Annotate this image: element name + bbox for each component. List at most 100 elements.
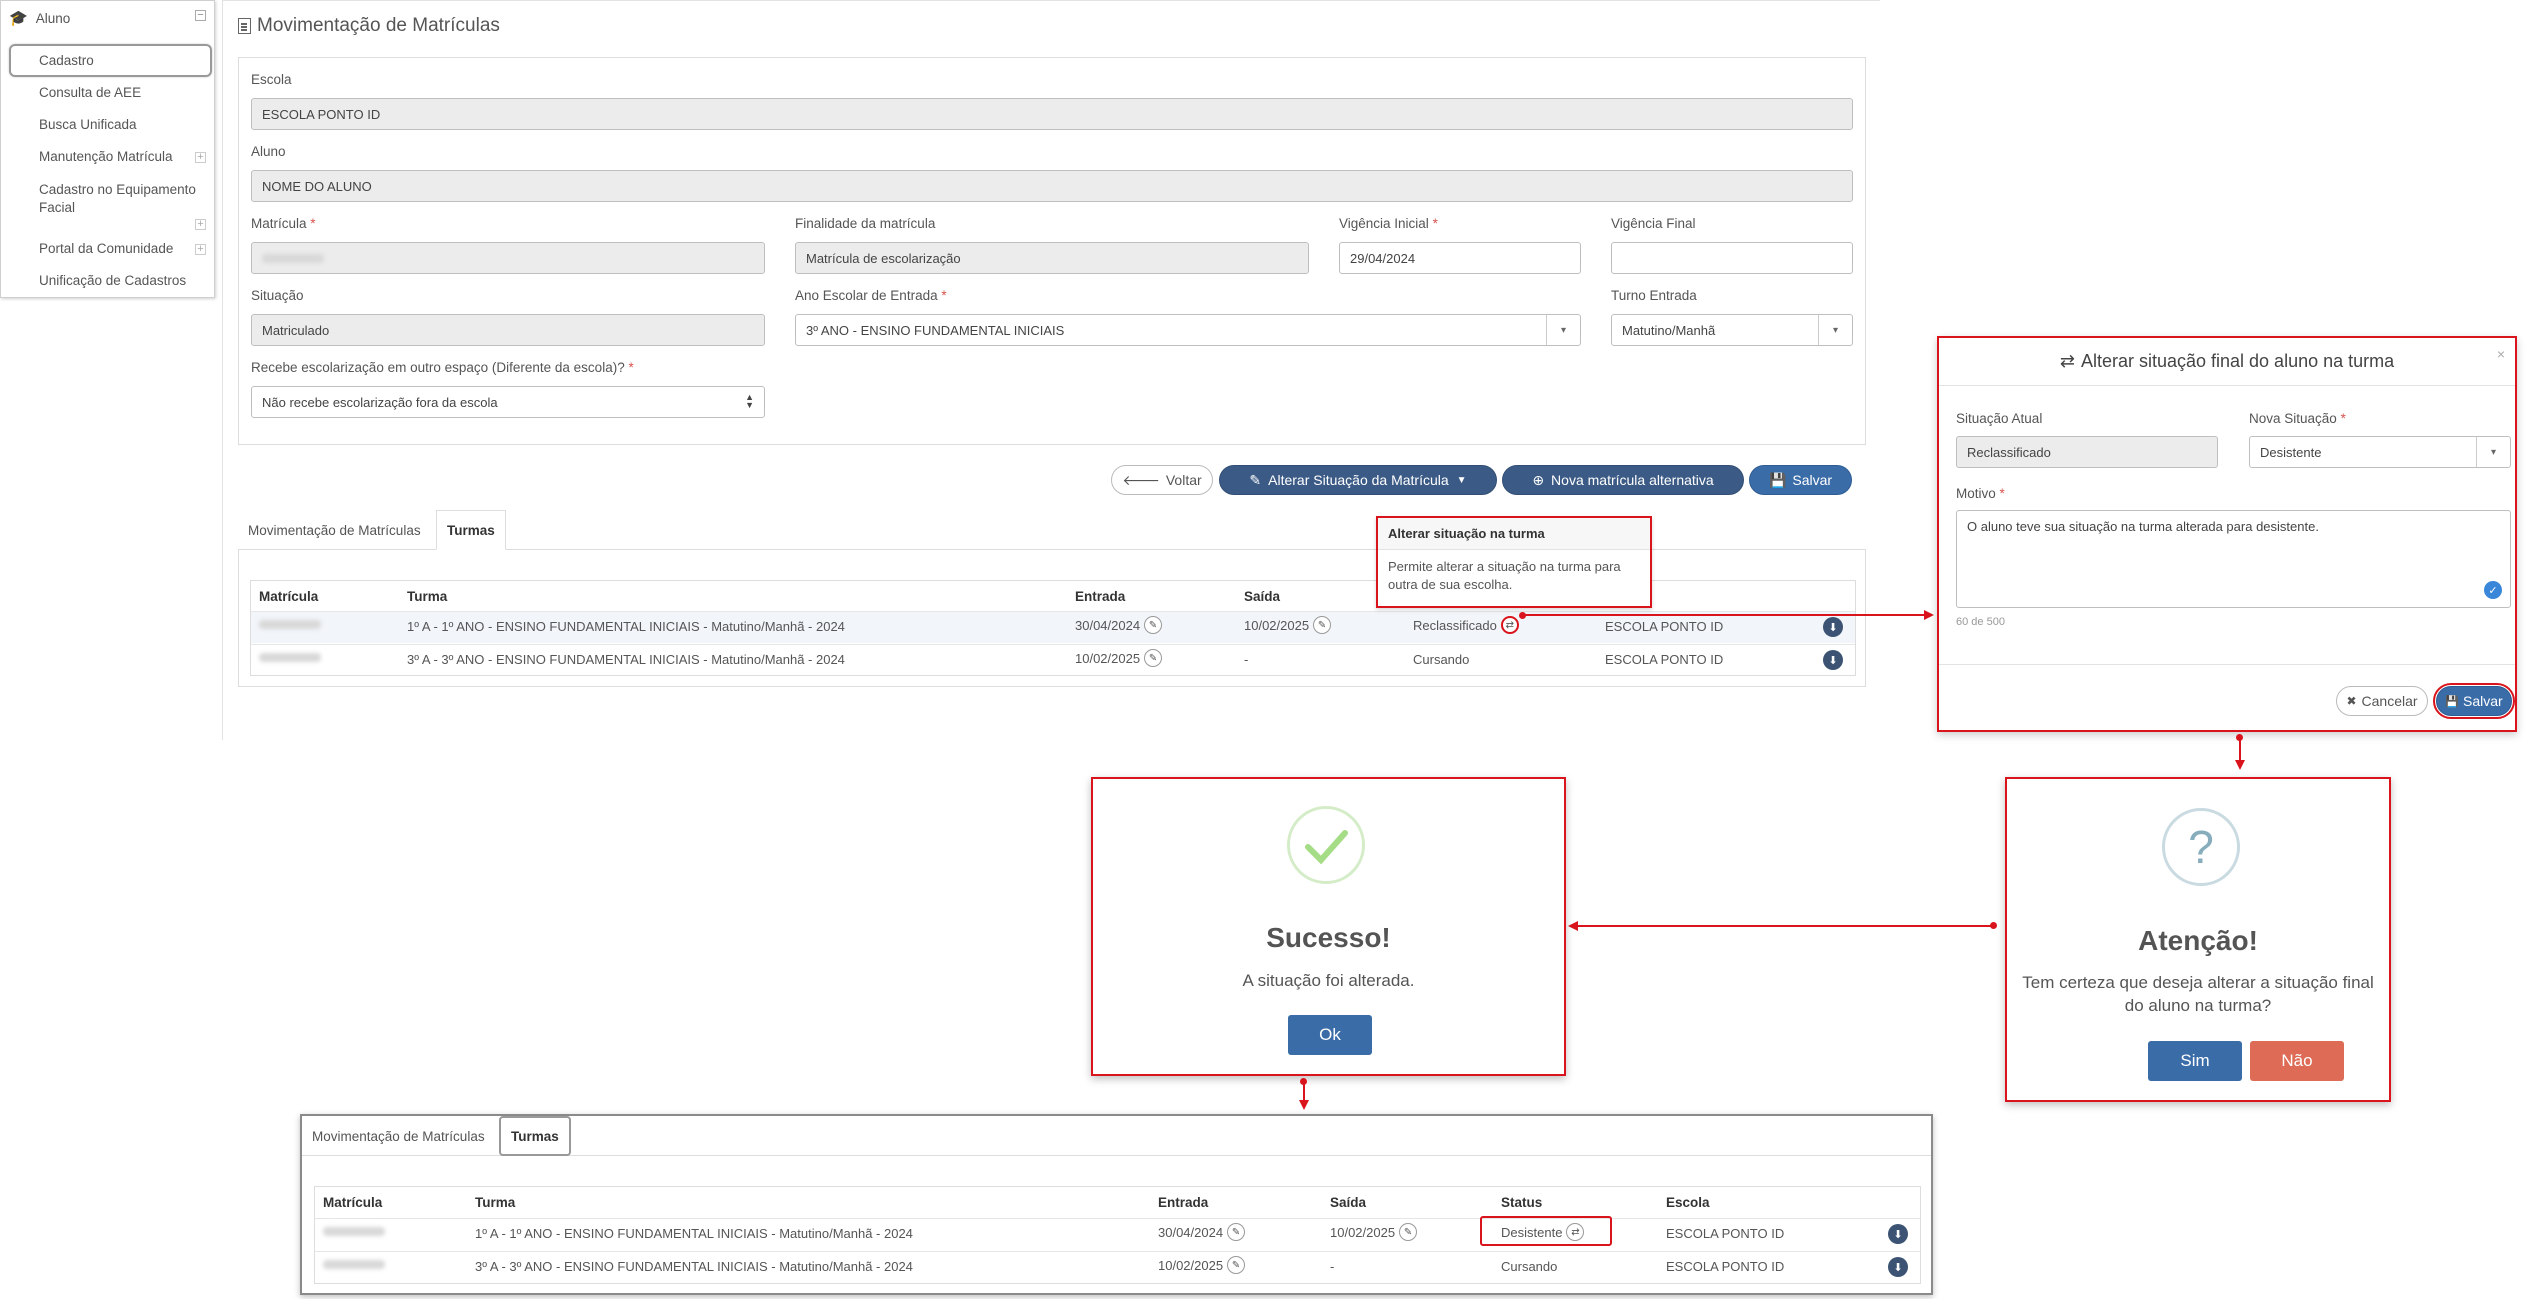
situacao-value: Matriculado — [262, 322, 330, 338]
edit-icon[interactable]: ✎ — [1144, 616, 1163, 634]
tooltip-alterar-situacao: Alterar situação na turma Permite altera… — [1376, 516, 1652, 608]
close-icon[interactable]: × — [2497, 346, 2505, 362]
edit-icon[interactable]: ✎ — [1227, 1223, 1246, 1241]
voltar-button[interactable]: 🡐 Voltar — [1111, 465, 1213, 495]
tab-movimentacao[interactable]: Movimentação de Matrículas — [238, 510, 431, 550]
swap-icon[interactable]: ⇄ — [1500, 616, 1519, 634]
connector-line — [1303, 1081, 1305, 1101]
connector-line — [2239, 737, 2241, 761]
expand-icon[interactable]: + — [195, 244, 206, 255]
escola-value: ESCOLA PONTO ID — [262, 106, 381, 122]
header-saida: Saída — [1244, 589, 1281, 604]
sidebar-item-unificacao-cadastros[interactable]: Unificação de Cadastros — [39, 273, 186, 288]
header-escola: Escola — [1666, 1195, 1710, 1210]
save-icon: 💾 — [1768, 471, 1787, 488]
ano-escolar-select[interactable]: 3º ANO - ENSINO FUNDAMENTAL INICIAIS ▾ — [795, 314, 1581, 346]
download-icon[interactable]: ⬇ — [1888, 1257, 1908, 1277]
modal-salvar-button[interactable]: 💾 Salvar — [2433, 683, 2515, 719]
alterar-situacao-modal: ⇄ Alterar situação final do aluno na turm… — [1937, 336, 2517, 732]
page-title: Movimentação de Matrículas — [238, 15, 500, 37]
content-divider — [222, 0, 223, 740]
status-cell: Cursando — [1413, 652, 1470, 667]
tab-bar: Movimentação de Matrículas Turmas — [302, 1116, 1931, 1156]
nao-button[interactable]: Não — [2250, 1041, 2344, 1081]
success-text: A situação foi alterada. — [1242, 971, 1415, 990]
collapse-icon[interactable]: − — [195, 10, 206, 21]
nova-situacao-select[interactable]: Desistente ▾ — [2249, 436, 2511, 468]
download-icon[interactable]: ⬇ — [1888, 1224, 1908, 1244]
download-icon[interactable]: ⬇ — [1823, 617, 1843, 637]
plus-circle-icon: ⊕ — [1532, 471, 1545, 488]
expand-icon[interactable]: + — [195, 219, 206, 230]
vigencia-final-field[interactable] — [1611, 242, 1853, 274]
situacao-atual-field[interactable]: Reclassificado — [1956, 436, 2218, 468]
connector-arrow — [1924, 610, 1934, 620]
ok-button[interactable]: Ok — [1288, 1015, 1372, 1055]
edit-icon[interactable]: ✎ — [1313, 616, 1332, 634]
download-icon[interactable]: ⬇ — [1823, 650, 1843, 670]
sidebar-item-cadastro-facial[interactable]: Cadastro no Equipamento Facial — [39, 181, 209, 217]
table-row[interactable]: 3º A - 3º ANO - ENSINO FUNDAMENTAL INICI… — [315, 1251, 1920, 1283]
turma-cell: 3º A - 3º ANO - ENSINO FUNDAMENTAL INICI… — [475, 1259, 913, 1274]
recebe-select[interactable]: Não recebe escolarização fora da escola ▲… — [251, 386, 765, 418]
entrada-cell: 30/04/2024 ✎ — [1075, 616, 1163, 634]
aluno-field[interactable]: NOME DO ALUNO — [251, 170, 1853, 202]
escola-field[interactable]: ESCOLA PONTO ID — [251, 98, 1853, 130]
situacao-label: Situação — [251, 288, 304, 303]
header-matricula: Matrícula — [259, 589, 319, 604]
document-icon — [238, 18, 251, 34]
success-title: Sucesso! — [1266, 922, 1391, 953]
recebe-value: Não recebe escolarização fora da escola — [262, 394, 498, 410]
escola-cell: ESCOLA PONTO ID — [1666, 1226, 1785, 1241]
nova-matricula-button[interactable]: ⊕ Nova matrícula alternativa — [1502, 465, 1744, 495]
result-panel: Movimentação de Matrículas Turmas Matríc… — [300, 1114, 1933, 1295]
matricula-field[interactable] — [251, 242, 765, 274]
escola-cell: ESCOLA PONTO ID — [1605, 652, 1724, 667]
check-icon: ✓ — [2484, 581, 2502, 599]
turno-select[interactable]: Matutino/Manhã ▾ — [1611, 314, 1853, 346]
turma-cell: 1º A - 1º ANO - ENSINO FUNDAMENTAL INICI… — [475, 1226, 913, 1241]
edit-icon[interactable]: ✎ — [1144, 649, 1163, 667]
sidebar-item-busca-unificada[interactable]: Busca Unificada — [39, 117, 137, 132]
tab-turmas[interactable]: Turmas — [436, 510, 506, 550]
saida-cell: - — [1330, 1259, 1335, 1274]
form-card: Escola ESCOLA PONTO ID Aluno NOME DO ALU… — [238, 57, 1866, 445]
situacao-atual-label: Situação Atual — [1956, 411, 2043, 426]
success-check-icon — [1287, 806, 1365, 884]
sidebar-header[interactable]: 🎓 Aluno − — [1, 1, 214, 35]
recebe-label: Recebe escolarização em outro espaço (Di… — [251, 360, 634, 375]
character-counter: 60 de 500 — [1956, 616, 2005, 628]
connector-line — [1578, 925, 1992, 927]
vigencia-inicial-field[interactable]: 29/04/2024 — [1339, 242, 1581, 274]
entrada-cell: 10/02/2025 ✎ — [1158, 1256, 1246, 1274]
status-highlight — [1480, 1216, 1612, 1246]
tab-movimentacao[interactable]: Movimentação de Matrículas — [302, 1116, 495, 1156]
close-icon: ✖ — [2346, 694, 2357, 708]
situacao-field[interactable]: Matriculado — [251, 314, 765, 346]
sidebar-item-cadastro[interactable]: Cadastro — [39, 53, 94, 68]
content-top-border — [222, 0, 1880, 1]
page-title-text: Movimentação de Matrículas — [257, 15, 500, 36]
confirm-dialog: ? Atenção! Tem certeza que deseja altera… — [2005, 777, 2391, 1102]
cancelar-button[interactable]: ✖ Cancelar — [2336, 686, 2428, 716]
vigencia-inicial-label: Vigência Inicial * — [1339, 216, 1438, 231]
escola-cell: ESCOLA PONTO ID — [1666, 1259, 1785, 1274]
tooltip-title: Alterar situação na turma — [1378, 518, 1650, 550]
alterar-situacao-button[interactable]: ✎ Alterar Situação da Matrícula ▼ — [1219, 465, 1497, 495]
result-table: Matrícula Turma Entrada Saída Status Esc… — [314, 1186, 1921, 1284]
edit-icon: ✎ — [1249, 471, 1262, 488]
table-row[interactable]: 1º A - 1º ANO - ENSINO FUNDAMENTAL INICI… — [315, 1218, 1920, 1250]
table-row[interactable]: 3º A - 3º ANO - ENSINO FUNDAMENTAL INICI… — [251, 644, 1855, 676]
edit-icon[interactable]: ✎ — [1399, 1223, 1418, 1241]
sidebar-item-portal-comunidade[interactable]: Portal da Comunidade — [39, 241, 173, 256]
salvar-button[interactable]: 💾 Salvar — [1749, 465, 1852, 495]
edit-icon[interactable]: ✎ — [1227, 1256, 1246, 1274]
sim-button[interactable]: Sim — [2148, 1041, 2242, 1081]
tab-turmas[interactable]: Turmas — [499, 1116, 571, 1156]
finalidade-field[interactable]: Matrícula de escolarização — [795, 242, 1309, 274]
motivo-textarea[interactable]: O aluno teve sua situação na turma alter… — [1956, 510, 2511, 608]
sidebar-item-manutencao-matricula[interactable]: Manutenção Matrícula — [39, 149, 173, 164]
sidebar-item-consulta-aee[interactable]: Consulta de AEE — [39, 85, 141, 100]
entrada-cell: 10/02/2025 ✎ — [1075, 649, 1163, 667]
expand-icon[interactable]: + — [195, 152, 206, 163]
